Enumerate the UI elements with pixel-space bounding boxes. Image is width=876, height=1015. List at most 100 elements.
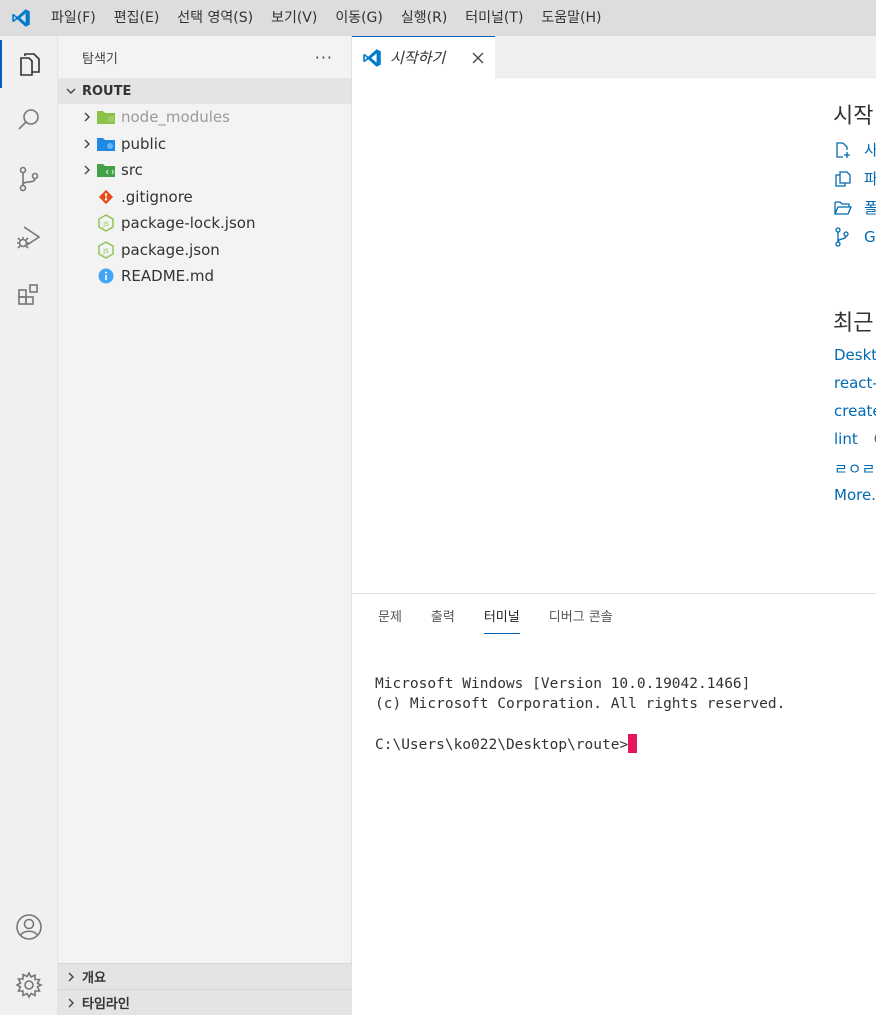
menu-bar: 파일(F) 편집(E) 선택 영역(S) 보기(V) 이동(G) 실행(R) 터… [0, 0, 876, 36]
tab-output[interactable]: 출력 [431, 594, 455, 636]
open-file-link[interactable]: 파 [834, 168, 876, 189]
recent-heading: 최근 [833, 311, 874, 336]
clone-git-link[interactable]: Gi [834, 227, 876, 247]
recent-item[interactable]: ㄹㅇㄹ [834, 458, 875, 479]
new-file-link[interactable]: 사 [834, 139, 876, 160]
chevron-right-icon [62, 994, 80, 1012]
recent-item[interactable]: react-r [834, 374, 876, 392]
tree-item-label: public [121, 134, 167, 153]
panel-tabs: 문제 출력 터미널 디버그 콘솔 [378, 594, 642, 636]
folder-name: ROUTE [82, 83, 132, 99]
terminal-cursor [628, 734, 638, 753]
more-actions-icon[interactable]: ··· [315, 48, 333, 67]
recent-item[interactable]: create [834, 402, 876, 420]
tree-item-label: package-lock.json [121, 214, 256, 233]
bottom-panel: 문제 출력 터미널 디버그 콘솔 Microsoft Windows [Vers… [352, 593, 876, 1015]
menu-go[interactable]: 이동(G) [326, 0, 392, 36]
terminal-output[interactable]: Microsoft Windows [Version 10.0.19042.14… [375, 674, 785, 755]
more-label: More... [834, 486, 876, 504]
terminal-prompt-line: C:\Users\ko022\Desktop\route> [375, 734, 785, 755]
tree-item-gitignore[interactable]: .gitignore [58, 184, 351, 211]
chevron-down-icon [62, 82, 80, 100]
search-icon[interactable] [0, 96, 58, 144]
timeline-section-header[interactable]: 타임라인 [58, 989, 352, 1015]
tree-item-src[interactable]: src [58, 157, 351, 184]
welcome-editor: 시작 사 파 폴 Gi 최근 Deskto react-r create lin… [352, 78, 876, 593]
menu-edit[interactable]: 편집(E) [105, 0, 169, 36]
sidebar-header: 탐색기 ··· [58, 36, 351, 78]
menu-terminal[interactable]: 터미널(T) [456, 0, 532, 36]
chevron-right-icon [78, 135, 96, 153]
menu-help[interactable]: 도움말(H) [532, 0, 610, 36]
recent-item-name: lint [834, 430, 858, 448]
tab-getting-started[interactable]: 시작하기 [352, 36, 495, 78]
public-folder-icon [96, 135, 116, 153]
recent-item-name: ㄹㅇㄹ [834, 460, 876, 478]
recent-item-name: create [834, 402, 876, 420]
folder-section-header[interactable]: ROUTE [58, 78, 351, 104]
tree-item-package-json[interactable]: JS package.json [58, 237, 351, 264]
git-icon [96, 188, 116, 206]
nodejs-icon: JS [96, 214, 116, 233]
outline-label: 개요 [82, 971, 106, 986]
info-icon [96, 267, 116, 285]
tab-label: 시작하기 [390, 49, 446, 67]
tab-problems[interactable]: 문제 [378, 594, 402, 636]
menu-run[interactable]: 실행(R) [392, 0, 456, 36]
svg-text:JS: JS [102, 248, 109, 255]
settings-gear-icon[interactable] [0, 961, 58, 1009]
start-heading: 시작 [833, 104, 874, 129]
open-folder-link[interactable]: 폴 [834, 197, 876, 218]
editor-tab-bar: 시작하기 [352, 36, 876, 78]
recent-item-name: react-r [834, 374, 876, 392]
chevron-right-icon [78, 108, 96, 126]
tree-item-label: .gitignore [121, 187, 193, 206]
chevron-right-icon [62, 968, 80, 986]
extensions-icon[interactable] [0, 271, 58, 319]
explorer-sidebar: 탐색기 ··· ROUTE node_modules public src .g… [58, 36, 352, 1015]
tree-item-package-lock[interactable]: JS package-lock.json [58, 210, 351, 237]
terminal-prompt: C:\Users\ko022\Desktop\route> [375, 737, 629, 753]
open-file-icon [834, 169, 856, 189]
git-branch-icon [834, 227, 856, 247]
recent-item[interactable]: lintC [834, 430, 876, 448]
tree-item-label: package.json [121, 240, 220, 259]
account-icon[interactable] [0, 903, 58, 951]
sidebar-title: 탐색기 [82, 51, 118, 67]
terminal-line: (c) Microsoft Corporation. All rights re… [375, 696, 786, 712]
run-debug-icon[interactable] [0, 213, 58, 261]
explorer-icon[interactable] [0, 40, 58, 88]
vscode-logo-icon [362, 48, 382, 68]
recent-item[interactable]: Deskto [834, 346, 876, 364]
tree-item-label: src [121, 161, 143, 180]
new-file-label: 사 [864, 141, 876, 159]
tab-terminal[interactable]: 터미널 [483, 594, 520, 636]
open-file-label: 파 [864, 170, 876, 188]
open-folder-icon [834, 198, 856, 218]
activity-bar [0, 36, 58, 1015]
src-folder-icon [96, 161, 116, 179]
tree-item-label: README.md [121, 267, 215, 286]
tree-item-label: node_modules [121, 108, 230, 127]
clone-git-label: Gi [864, 228, 876, 246]
menu-view[interactable]: 보기(V) [262, 0, 326, 36]
node-folder-icon [96, 108, 116, 126]
chevron-right-icon [78, 161, 96, 179]
vscode-logo-icon [0, 0, 42, 36]
menu-selection[interactable]: 선택 영역(S) [168, 0, 262, 36]
outline-section-header[interactable]: 개요 [58, 963, 352, 989]
menu-file[interactable]: 파일(F) [42, 0, 105, 36]
terminal-line: Microsoft Windows [Version 10.0.19042.14… [375, 676, 751, 692]
timeline-label: 타임라인 [82, 997, 130, 1012]
tree-item-node-modules[interactable]: node_modules [58, 104, 351, 131]
tab-debug-console[interactable]: 디버그 콘솔 [549, 594, 613, 636]
close-icon[interactable] [467, 47, 489, 69]
tree-item-readme[interactable]: README.md [58, 263, 351, 290]
recent-item-name: Deskto [834, 346, 876, 364]
more-recent-link[interactable]: More... [834, 486, 876, 504]
tree-item-public[interactable]: public [58, 131, 351, 158]
svg-text:JS: JS [102, 221, 109, 228]
source-control-icon[interactable] [0, 155, 58, 203]
open-folder-label: 폴 [864, 199, 876, 217]
